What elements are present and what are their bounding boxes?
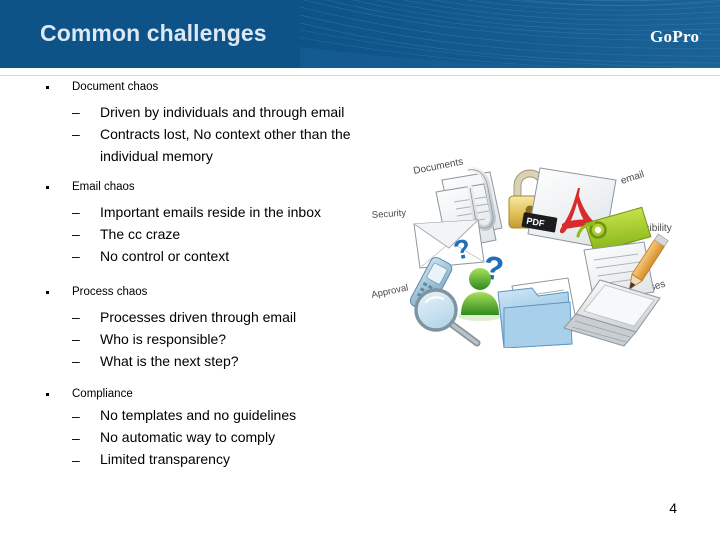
sub-bullet-item-continuation: individual memory [0,145,420,167]
bullet-heading-label: Document chaos [72,81,159,93]
sub-bullet-label: The cc craze [100,226,181,242]
sub-bullet-label: Important emails reside in the inbox [100,204,321,220]
collage-label-email: email [620,169,646,187]
bullet-block-compliance: Compliance – No templates and no guideli… [0,387,420,471]
bullet-heading: Process chaos [0,285,420,300]
dash-bullet-icon: – [72,226,80,242]
square-bullet-icon [46,393,49,396]
bullet-heading: Document chaos [0,80,420,95]
sub-bullet-list: – Driven by individuals and through emai… [0,101,420,167]
gopro-logo-trademark: · [699,29,702,38]
slide-header: Common challenges GoPro· [0,0,720,68]
bullet-block-document-chaos: Document chaos – Driven by individuals a… [0,80,420,167]
sub-bullet-list: – No templates and no guidelines – No au… [0,405,420,471]
dash-bullet-icon: – [72,408,80,424]
sub-bullet-label: individual memory [100,148,213,164]
sub-bullet-item: – No templates and no guidelines [0,405,420,427]
sub-bullet-item: – No control or context [0,245,420,267]
sub-bullet-item: – What is the next step? [0,350,420,372]
square-bullet-icon [46,86,49,89]
dash-bullet-icon: – [72,430,80,446]
sub-bullet-item: – No automatic way to comply [0,427,420,449]
sub-bullet-label: What is the next step? [100,353,239,369]
gopro-logo: GoPro· [650,27,702,47]
sub-bullet-label: Who is responsible? [100,331,227,347]
sub-bullet-item: – Limited transparency [0,449,420,471]
sub-bullet-item: – The cc craze [0,223,420,245]
bullet-heading: Compliance [0,387,420,402]
bullet-heading-label: Compliance [72,388,133,400]
square-bullet-icon [46,186,49,189]
collage-label-approval: Approval [372,282,409,301]
document-chaos-illustration: Documents Security Approval email Respon… [372,158,720,348]
sub-bullet-list: – Important emails reside in the inbox –… [0,201,420,267]
dash-bullet-icon: – [72,104,80,120]
sub-bullet-label: Driven by individuals and through email [100,104,345,120]
gopro-logo-text: GoPro [650,27,700,46]
bullet-block-email-chaos: Email chaos – Important emails reside in… [0,180,420,267]
dash-bullet-icon: – [72,309,80,325]
sub-bullet-label: Processes driven through email [100,309,297,325]
bullet-heading-label: Email chaos [72,181,135,193]
sub-bullet-label: No automatic way to comply [100,429,276,445]
dash-bullet-icon: – [72,353,80,369]
sub-bullet-item: – Important emails reside in the inbox [0,201,420,223]
sub-bullet-label: No control or context [100,248,230,264]
collage-label-documents: Documents [412,158,464,177]
square-bullet-icon [46,291,49,294]
dash-bullet-icon: – [72,126,80,142]
folder-documents-icon [497,277,579,348]
dash-bullet-icon: – [72,204,80,220]
page-title: Common challenges [40,20,267,46]
bullet-block-process-chaos: Process chaos – Processes driven through… [0,285,420,372]
sub-bullet-label: Limited transparency [100,451,230,467]
sub-bullet-item: – Driven by individuals and through emai… [0,101,420,123]
sub-bullet-item: – Processes driven through email [0,306,420,328]
bullet-heading-label: Process chaos [72,286,148,298]
bullet-heading: Email chaos [0,180,420,195]
sub-bullet-label: Contracts lost, No context other than th… [100,126,351,142]
page-number: 4 [669,500,677,516]
collage-label-security: Security [372,208,407,221]
dash-bullet-icon: – [72,452,80,468]
envelope-icon [413,219,485,269]
dash-bullet-icon: – [72,331,80,347]
sub-bullet-list: – Processes driven through email – Who i… [0,306,420,372]
sub-bullet-label: No templates and no guidelines [100,407,297,423]
sub-bullet-item: – Contracts lost, No context other than … [0,123,420,145]
sub-bullet-item: – Who is responsible? [0,328,420,350]
dash-bullet-icon: – [72,248,80,264]
